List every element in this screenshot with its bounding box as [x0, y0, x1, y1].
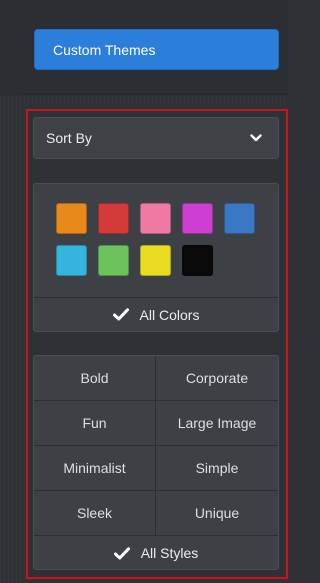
color-swatch-green[interactable] — [98, 245, 129, 276]
sort-by-label: Sort By — [46, 130, 92, 146]
style-option-sleek[interactable]: Sleek — [34, 491, 156, 536]
color-swatch-cyan[interactable] — [56, 245, 87, 276]
style-options: Bold Corporate Fun Large Image Minimalist Sim… — [34, 356, 278, 536]
custom-themes-label: Custom Themes — [53, 41, 156, 58]
color-swatch-orange[interactable] — [56, 203, 87, 234]
custom-themes-button[interactable]: Custom Themes — [34, 29, 279, 70]
all-styles-button[interactable]: All Styles — [34, 536, 278, 569]
color-swatch-blue[interactable] — [224, 203, 255, 234]
style-option-corporate[interactable]: Corporate — [156, 356, 278, 401]
color-filter: All Colors — [33, 183, 279, 332]
chevron-down-icon — [250, 133, 262, 143]
all-styles-label: All Styles — [140, 545, 199, 561]
all-colors-label: All Colors — [139, 306, 200, 323]
style-option-bold[interactable]: Bold — [34, 356, 156, 401]
style-option-minimalist[interactable]: Minimalist — [34, 446, 156, 491]
divider — [20, 93, 288, 94]
color-swatch-magenta[interactable] — [182, 203, 213, 234]
style-option-unique[interactable]: Unique — [156, 491, 278, 536]
color-swatch-yellow[interactable] — [140, 245, 171, 276]
color-swatches — [56, 203, 255, 276]
color-swatch-black[interactable] — [182, 245, 213, 276]
color-swatch-pink[interactable] — [140, 203, 171, 234]
color-swatch-red[interactable] — [98, 203, 129, 234]
check-icon — [112, 308, 129, 321]
style-option-simple[interactable]: Simple — [156, 446, 278, 491]
sort-by-dropdown[interactable]: Sort By — [33, 117, 279, 159]
check-icon — [113, 546, 130, 560]
style-filter: Bold Corporate Fun Large Image Minimalist Sim… — [33, 355, 279, 570]
style-option-fun[interactable]: Fun — [34, 401, 156, 446]
style-option-large-image[interactable]: Large Image — [156, 401, 278, 446]
all-colors-button[interactable]: All Colors — [34, 297, 278, 331]
